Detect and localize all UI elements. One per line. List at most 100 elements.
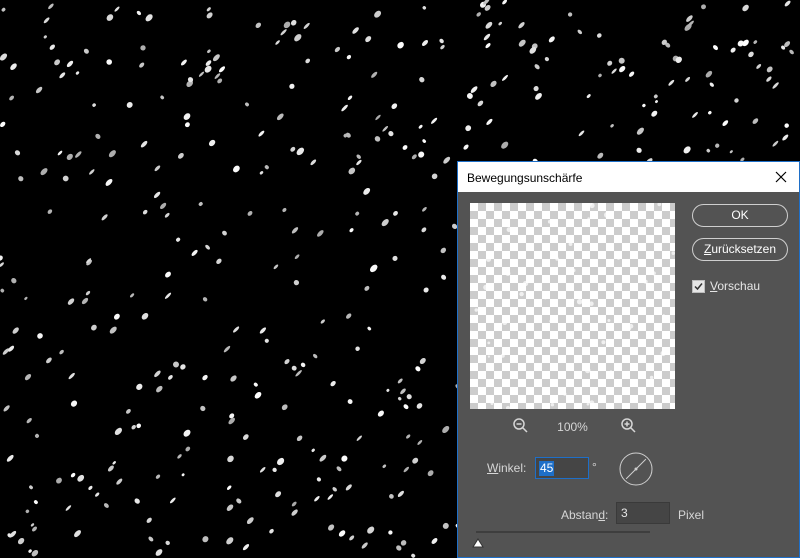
snowflake [204,65,212,73]
snowflake [708,110,712,115]
snowflake [636,127,644,135]
snowflake [226,504,234,511]
snowflake [289,83,295,89]
snowflake [290,20,297,26]
preview-snowflake [563,392,567,396]
preview-snowflake [586,402,590,406]
snowflake [388,130,394,137]
snowflake [442,522,449,529]
preview-snowflake [584,367,591,374]
snowflake [485,21,493,29]
snowflake [113,313,120,320]
snowflake [230,375,237,382]
snowflake [317,230,324,237]
snowflake [75,151,82,158]
dialog-titlebar[interactable]: Bewegungsunschärfe [458,162,799,192]
distance-input[interactable]: 3 [616,502,670,524]
snowflake [295,370,302,377]
snowflake [181,473,185,477]
snowflake [406,394,412,400]
snowflake [685,76,691,82]
preview-snowflake [589,301,594,306]
snowflake [141,313,149,320]
snowflake [148,536,154,542]
snowflake [10,63,17,70]
dialog-title: Bewegungsunschärfe [467,171,583,185]
distance-slider-track[interactable] [476,531,650,533]
preview-snowflake [503,285,508,290]
snowflake [205,244,210,250]
distance-slider-thumb[interactable] [472,535,484,553]
snowflake [185,446,191,452]
snowflake [134,498,140,504]
reset-button[interactable]: Zurücksetzen [692,238,788,261]
snowflake [65,505,72,511]
snowflake [253,382,258,387]
snowflake [136,10,142,16]
preview-snowflake [616,256,621,260]
snowflake [17,537,25,545]
zoom-controls: 100% [470,417,675,437]
snowflake [363,187,371,195]
snowflake [106,59,112,65]
snowflake [155,474,161,479]
preview-checkbox[interactable]: Vorschau [692,279,760,293]
snowflake [31,549,39,557]
snowflake [748,51,754,58]
angle-input[interactable]: 45 [535,457,589,479]
snowflake [356,154,361,159]
snowflake [180,364,186,370]
snowflake [259,171,264,175]
preview-snowflake [500,353,505,358]
snowflake [108,150,116,158]
snowflake [155,549,163,556]
preview-snowflake [483,284,489,290]
snowflake [567,12,573,17]
snowflake [259,467,266,473]
snowflake [126,101,133,108]
motion-blur-dialog: Bewegungsunschärfe 100% OK Zurücksetzen [457,161,800,558]
snowflake [30,523,35,527]
preview-snowflake [547,219,552,224]
snowflake [280,29,287,36]
snowflake [59,72,66,79]
snowflake [397,490,405,498]
snowflake [154,370,161,378]
snowflake [715,143,720,148]
angle-dial[interactable] [618,451,654,492]
checkbox-box[interactable] [692,279,705,293]
snowflake [328,524,335,531]
filter-preview[interactable] [470,203,675,409]
ok-button[interactable]: OK [692,204,788,227]
snowflake [730,47,736,53]
snowflake [216,258,222,264]
preview-snowflake [604,212,610,218]
snowflake [0,255,3,261]
snowflake [212,54,220,62]
snowflake [40,168,48,176]
snowflake [374,136,381,142]
snowflake [397,396,402,401]
snowflake [442,425,450,434]
preview-snowflake [671,251,675,255]
close-button[interactable] [763,162,799,192]
snowflake [544,56,550,62]
snowflake [403,466,410,473]
preview-snowflake [655,275,659,280]
preview-snowflake [575,309,579,313]
snowflake [207,49,211,54]
angle-label: Winkel: [487,461,526,475]
snowflake [417,440,423,445]
snowflake [597,152,604,159]
snowflake [607,60,613,66]
snowflake [352,27,359,34]
snowflake [242,434,249,440]
zoom-in-button[interactable] [620,417,638,440]
snowflake [391,103,398,110]
snowflake [136,423,142,429]
preview-snowflake [490,402,494,405]
snowflake [160,202,167,209]
degree-unit: ° [592,460,597,474]
snowflake [264,338,269,343]
snowflake [548,36,555,43]
